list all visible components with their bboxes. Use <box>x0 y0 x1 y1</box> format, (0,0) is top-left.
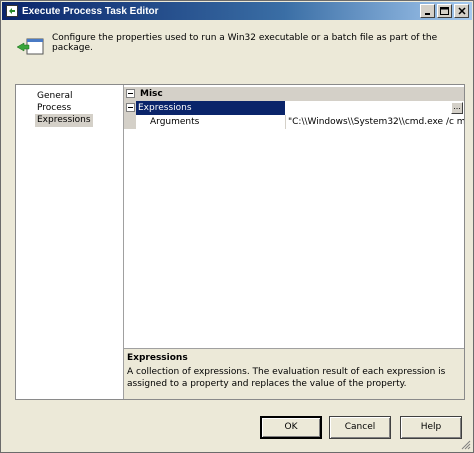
category-label: Misc <box>140 89 163 99</box>
editor-panel: General Process Expressions Misc Express… <box>15 84 465 400</box>
page-nav-list: General Process Expressions <box>16 85 124 399</box>
minimize-button[interactable] <box>420 4 435 18</box>
cancel-button[interactable]: Cancel <box>329 416 391 439</box>
maximize-icon <box>440 7 449 15</box>
minimize-icon <box>424 13 430 15</box>
resize-grip-icon[interactable] <box>459 438 471 450</box>
property-name-arguments[interactable]: Arguments <box>150 115 199 129</box>
ellipsis-button[interactable]: ... <box>451 102 463 114</box>
collapse-icon[interactable] <box>126 89 135 98</box>
ok-button[interactable]: OK <box>260 416 322 439</box>
maximize-button[interactable] <box>437 4 452 18</box>
close-icon <box>457 7 466 15</box>
task-arrow-icon <box>16 37 44 60</box>
property-value-arguments[interactable]: "C:\\Windows\\System32\\cmd.exe /c move <box>285 115 464 129</box>
header-area: Configure the properties used to run a W… <box>2 20 472 72</box>
property-grid: Misc Expressions ... Arguments "C:\\Wind… <box>124 85 464 347</box>
nav-item-expressions[interactable]: Expressions <box>35 114 93 127</box>
collapse-icon[interactable] <box>126 103 135 112</box>
description-text: A collection of expressions. The evaluat… <box>127 367 446 389</box>
description-panel: Expressions A collection of expressions.… <box>124 348 464 399</box>
window-title: Execute Process Task Editor <box>22 5 159 17</box>
dialog-window: Execute Process Task Editor Configure th… <box>0 0 474 453</box>
header-description: Configure the properties used to run a W… <box>52 33 438 53</box>
app-icon <box>5 4 19 18</box>
category-row-misc[interactable]: Misc <box>124 87 464 101</box>
help-button[interactable]: Help <box>400 416 462 439</box>
property-row-arguments[interactable]: Arguments "C:\\Windows\\System32\\cmd.ex… <box>124 115 464 129</box>
title-bar[interactable]: Execute Process Task Editor <box>2 2 472 20</box>
property-value-expressions[interactable]: ... <box>285 101 464 115</box>
description-title: Expressions <box>127 353 188 363</box>
property-name-expressions[interactable]: Expressions <box>136 101 285 115</box>
property-row-expressions[interactable]: Expressions ... <box>124 101 464 115</box>
close-button[interactable] <box>454 4 469 18</box>
